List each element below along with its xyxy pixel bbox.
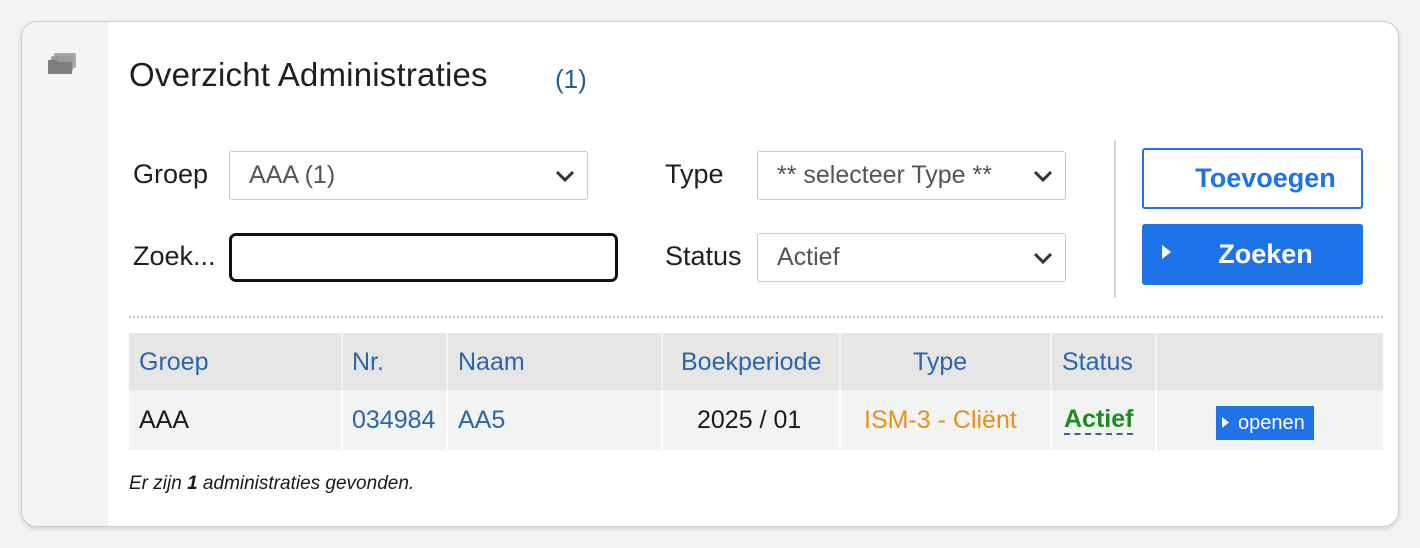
table-row[interactable]: AAA 034984 AA5 2025 / 01 ISM-3 - Cliënt … [129, 390, 1383, 450]
column-header-groep[interactable]: Groep [139, 348, 208, 377]
column-header-nr[interactable]: Nr. [352, 348, 384, 377]
cell-type: ISM-3 - Cliënt [864, 406, 1017, 434]
result-count: (1) [555, 64, 587, 94]
chevron-down-icon [1033, 170, 1053, 183]
column-header-status[interactable]: Status [1062, 348, 1133, 377]
status-select-value: Actief [777, 243, 840, 271]
search-button[interactable]: Zoeken [1142, 224, 1363, 285]
results-summary: Er zijn 1 administraties gevonden. [129, 473, 414, 495]
summary-prefix: Er zijn [129, 473, 188, 494]
table-header: Groep Nr. Naam Boekperiode Type Status [129, 333, 1383, 390]
cell-groep: AAA [139, 406, 190, 434]
column-header-type[interactable]: Type [913, 348, 967, 377]
column-divider [1155, 333, 1157, 390]
page-title: Overzicht Administraties [129, 56, 488, 93]
column-header-naam[interactable]: Naam [458, 348, 525, 377]
status-label: Status [665, 241, 742, 271]
column-divider [341, 390, 343, 450]
group-select[interactable]: AAA (1) [229, 151, 588, 200]
section-divider [129, 316, 1383, 318]
add-button-label: Toevoegen [1195, 163, 1336, 193]
caret-right-icon [1222, 417, 1229, 428]
search-label: Zoek... [133, 241, 216, 271]
add-button[interactable]: Toevoegen [1142, 148, 1363, 209]
column-divider [839, 390, 841, 450]
cell-status-badge[interactable]: Actief [1064, 405, 1134, 435]
group-select-value: AAA (1) [249, 161, 336, 189]
caret-right-icon [1162, 245, 1171, 259]
column-header-boekperiode[interactable]: Boekperiode [681, 348, 821, 377]
column-divider [661, 333, 663, 390]
status-select[interactable]: Actief [757, 233, 1066, 282]
column-divider [446, 333, 448, 390]
cell-boekperiode: 2025 / 01 [697, 406, 802, 434]
column-divider [341, 333, 343, 390]
side-rail [22, 22, 108, 526]
chevron-down-icon [1033, 252, 1053, 265]
column-divider [661, 390, 663, 450]
column-divider [446, 390, 448, 450]
group-label: Groep [133, 159, 209, 189]
type-select[interactable]: ** selecteer Type ** [757, 151, 1066, 200]
type-select-value: ** selecteer Type ** [777, 161, 992, 189]
summary-suffix: administraties gevonden. [197, 473, 415, 494]
chevron-down-icon [555, 170, 575, 183]
cell-naam-link[interactable]: AA5 [458, 406, 505, 435]
column-divider [1155, 390, 1157, 450]
column-divider [839, 333, 841, 390]
search-input[interactable] [229, 233, 618, 282]
filter-divider [1114, 140, 1116, 298]
folders-icon [48, 53, 76, 74]
open-button-label: openen [1238, 411, 1305, 434]
cell-nr-link[interactable]: 034984 [352, 406, 435, 435]
open-button[interactable]: openen [1216, 406, 1314, 440]
administrations-panel: Overzicht Administraties (1) Groep AAA (… [21, 21, 1399, 527]
column-divider [1050, 333, 1052, 390]
search-button-label: Zoeken [1218, 239, 1313, 269]
column-divider [1050, 390, 1052, 450]
summary-count: 1 [187, 473, 198, 494]
type-label: Type [665, 159, 724, 189]
